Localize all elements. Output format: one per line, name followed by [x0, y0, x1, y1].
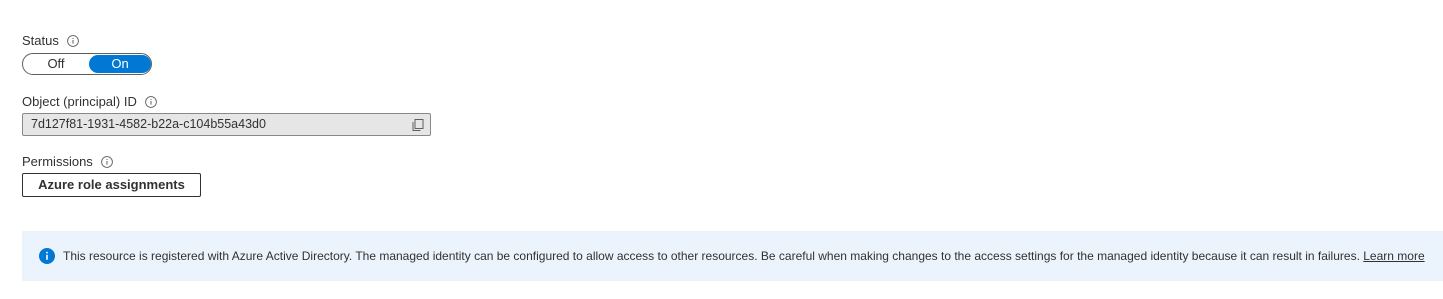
toggle-off-option[interactable]: Off	[23, 54, 89, 74]
object-id-label-row: Object (principal) ID	[22, 94, 157, 109]
banner-text: This resource is registered with Azure A…	[63, 249, 1360, 263]
permissions-label: Permissions	[22, 154, 93, 169]
permissions-label-row: Permissions	[22, 154, 113, 169]
status-label: Status	[22, 33, 59, 48]
copy-icon[interactable]	[411, 118, 425, 132]
info-filled-icon	[39, 248, 55, 264]
banner-message: This resource is registered with Azure A…	[63, 231, 1425, 281]
object-id-info-icon[interactable]	[145, 95, 157, 108]
object-id-field[interactable]: 7d127f81-1931-4582-b22a-c104b55a43d0	[22, 113, 431, 136]
status-info-icon[interactable]	[67, 34, 79, 47]
toggle-on-option[interactable]: On	[89, 55, 151, 73]
info-banner: This resource is registered with Azure A…	[22, 231, 1443, 281]
permissions-info-icon[interactable]	[100, 155, 113, 168]
status-toggle[interactable]: Off On	[22, 53, 152, 75]
status-label-row: Status	[22, 33, 79, 48]
object-id-label: Object (principal) ID	[22, 94, 137, 109]
learn-more-link[interactable]: Learn more	[1363, 249, 1424, 263]
azure-role-assignments-button[interactable]: Azure role assignments	[22, 173, 201, 197]
object-id-value[interactable]: 7d127f81-1931-4582-b22a-c104b55a43d0	[31, 114, 266, 135]
